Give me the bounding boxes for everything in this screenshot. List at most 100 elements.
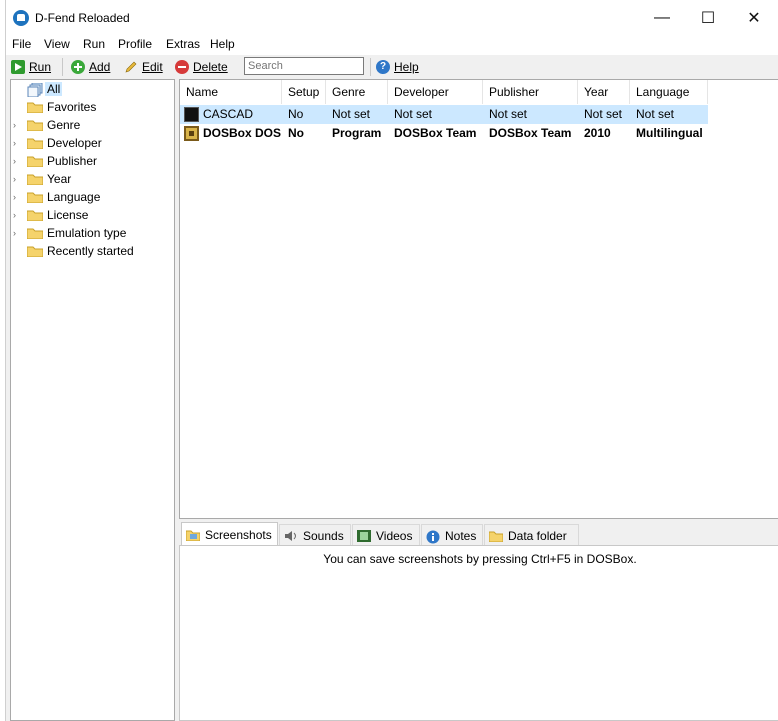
tree-label: Publisher bbox=[47, 154, 98, 168]
cell-language: Multilingual bbox=[636, 126, 703, 140]
tab-screenshots[interactable]: Screenshots bbox=[181, 522, 278, 547]
tree-label: Year bbox=[47, 172, 72, 186]
cell-setup: No bbox=[288, 107, 304, 121]
cell-name: DOSBox DOS bbox=[203, 126, 282, 140]
close-button[interactable]: ✕ bbox=[731, 0, 777, 35]
menu-file[interactable]: File bbox=[12, 37, 31, 51]
window-title: D-Fend Reloaded bbox=[35, 11, 130, 25]
tree-label: Developer bbox=[47, 136, 102, 150]
tree-label: Recently started bbox=[47, 244, 134, 258]
menu-bar: File View Run Profile Extras Help bbox=[6, 35, 778, 55]
folder-icon bbox=[488, 530, 504, 542]
folder-icon bbox=[26, 245, 44, 258]
toolbar-separator bbox=[370, 58, 371, 76]
tree-label: Favorites bbox=[47, 100, 97, 114]
tab-notes[interactable]: Notes bbox=[421, 524, 483, 546]
table-row[interactable]: DOSBox DOS No Program DOSBox Team DOSBox… bbox=[180, 124, 708, 143]
run-icon bbox=[11, 60, 25, 74]
column-header-year[interactable]: Year bbox=[578, 80, 630, 104]
delete-button[interactable]: Delete bbox=[175, 58, 228, 76]
app-icon bbox=[13, 10, 29, 26]
menu-help[interactable]: Help bbox=[210, 37, 235, 51]
folder-icon bbox=[26, 191, 44, 204]
cell-genre: Program bbox=[332, 126, 382, 140]
chevron-right-icon[interactable]: › bbox=[13, 229, 21, 238]
chevron-right-icon[interactable]: › bbox=[13, 121, 21, 130]
cell-language: Not set bbox=[636, 107, 675, 121]
tree-label: All bbox=[45, 82, 63, 96]
cell-publisher: DOSBox Team bbox=[489, 126, 572, 140]
cell-name: CASCAD bbox=[203, 107, 254, 121]
run-label: Run bbox=[29, 60, 52, 74]
edit-label: Edit bbox=[142, 60, 163, 74]
run-button[interactable]: Run bbox=[11, 58, 51, 76]
folder-icon bbox=[26, 227, 44, 240]
tree-label: License bbox=[47, 208, 89, 222]
minimize-button[interactable]: — bbox=[639, 0, 685, 35]
cell-setup: No bbox=[288, 126, 304, 140]
toolbar: Run Add Edit Delete ? Help bbox=[6, 55, 778, 79]
folder-icon bbox=[26, 209, 44, 222]
column-header-setup[interactable]: Setup bbox=[282, 80, 326, 104]
tab-label: Videos bbox=[376, 528, 413, 543]
panel-hint: You can save screenshots by pressing Ctr… bbox=[323, 552, 637, 566]
chevron-right-icon[interactable]: › bbox=[13, 157, 21, 166]
title-bar: D-Fend Reloaded — ☐ ✕ bbox=[6, 0, 778, 35]
cell-developer: DOSBox Team bbox=[394, 126, 477, 140]
tree-label: Language bbox=[47, 190, 101, 204]
help-button[interactable]: ? Help bbox=[376, 58, 419, 76]
column-header-developer[interactable]: Developer bbox=[388, 80, 483, 104]
folder-icon bbox=[26, 173, 44, 186]
help-label: Help bbox=[394, 60, 419, 74]
add-icon bbox=[71, 60, 85, 74]
film-icon bbox=[357, 529, 371, 542]
edit-button[interactable]: Edit bbox=[124, 58, 163, 76]
delete-icon bbox=[175, 60, 189, 74]
menu-run[interactable]: Run bbox=[83, 37, 105, 51]
tab-videos[interactable]: Videos bbox=[352, 524, 420, 546]
folder-icon bbox=[26, 101, 44, 114]
table-row[interactable]: CASCAD No Not set Not set Not set Not se… bbox=[180, 105, 708, 124]
add-button[interactable]: Add bbox=[71, 58, 110, 76]
chevron-right-icon[interactable]: › bbox=[13, 193, 21, 202]
screenshots-panel: You can save screenshots by pressing Ctr… bbox=[179, 545, 778, 721]
menu-extras[interactable]: Extras bbox=[166, 37, 200, 51]
tab-label: Sounds bbox=[303, 528, 344, 543]
tab-label: Data folder bbox=[508, 528, 567, 543]
menu-view[interactable]: View bbox=[44, 37, 70, 51]
pencil-icon bbox=[124, 60, 138, 74]
delete-label: Delete bbox=[193, 60, 228, 74]
maximize-button[interactable]: ☐ bbox=[685, 0, 731, 35]
tab-label: Notes bbox=[445, 528, 477, 543]
cell-year: Not set bbox=[584, 107, 623, 121]
tab-sounds[interactable]: Sounds bbox=[279, 524, 351, 546]
category-tree: All Favorites › Genre › Developer › Publ… bbox=[10, 79, 175, 721]
game-list: Name Setup Genre Developer Publisher Yea… bbox=[179, 79, 778, 519]
column-header-name[interactable]: Name bbox=[180, 80, 282, 104]
chevron-right-icon[interactable]: › bbox=[13, 211, 21, 220]
info-icon bbox=[426, 530, 440, 543]
tree-label: Genre bbox=[47, 118, 81, 132]
tab-label: Screenshots bbox=[205, 528, 272, 542]
column-header-genre[interactable]: Genre bbox=[326, 80, 388, 104]
folder-icon bbox=[26, 155, 44, 168]
search-input[interactable] bbox=[244, 57, 364, 75]
cell-developer: Not set bbox=[394, 107, 433, 121]
list-header: Name Setup Genre Developer Publisher Yea… bbox=[180, 80, 778, 104]
help-icon: ? bbox=[376, 60, 390, 74]
chevron-right-icon[interactable]: › bbox=[13, 139, 21, 148]
add-label: Add bbox=[89, 60, 111, 74]
stack-icon bbox=[27, 82, 43, 98]
menu-profile[interactable]: Profile bbox=[118, 37, 152, 51]
main-window: D-Fend Reloaded — ☐ ✕ File View Run Prof… bbox=[5, 0, 778, 721]
speaker-icon bbox=[284, 530, 298, 542]
folder-icon bbox=[26, 137, 44, 150]
cell-publisher: Not set bbox=[489, 107, 528, 121]
chevron-right-icon[interactable]: › bbox=[13, 175, 21, 184]
image-icon bbox=[185, 529, 201, 542]
column-header-language[interactable]: Language bbox=[630, 80, 708, 104]
toolbar-separator bbox=[62, 58, 63, 76]
tab-data-folder[interactable]: Data folder bbox=[484, 524, 579, 546]
column-header-publisher[interactable]: Publisher bbox=[483, 80, 578, 104]
cell-year: 2010 bbox=[584, 126, 611, 140]
